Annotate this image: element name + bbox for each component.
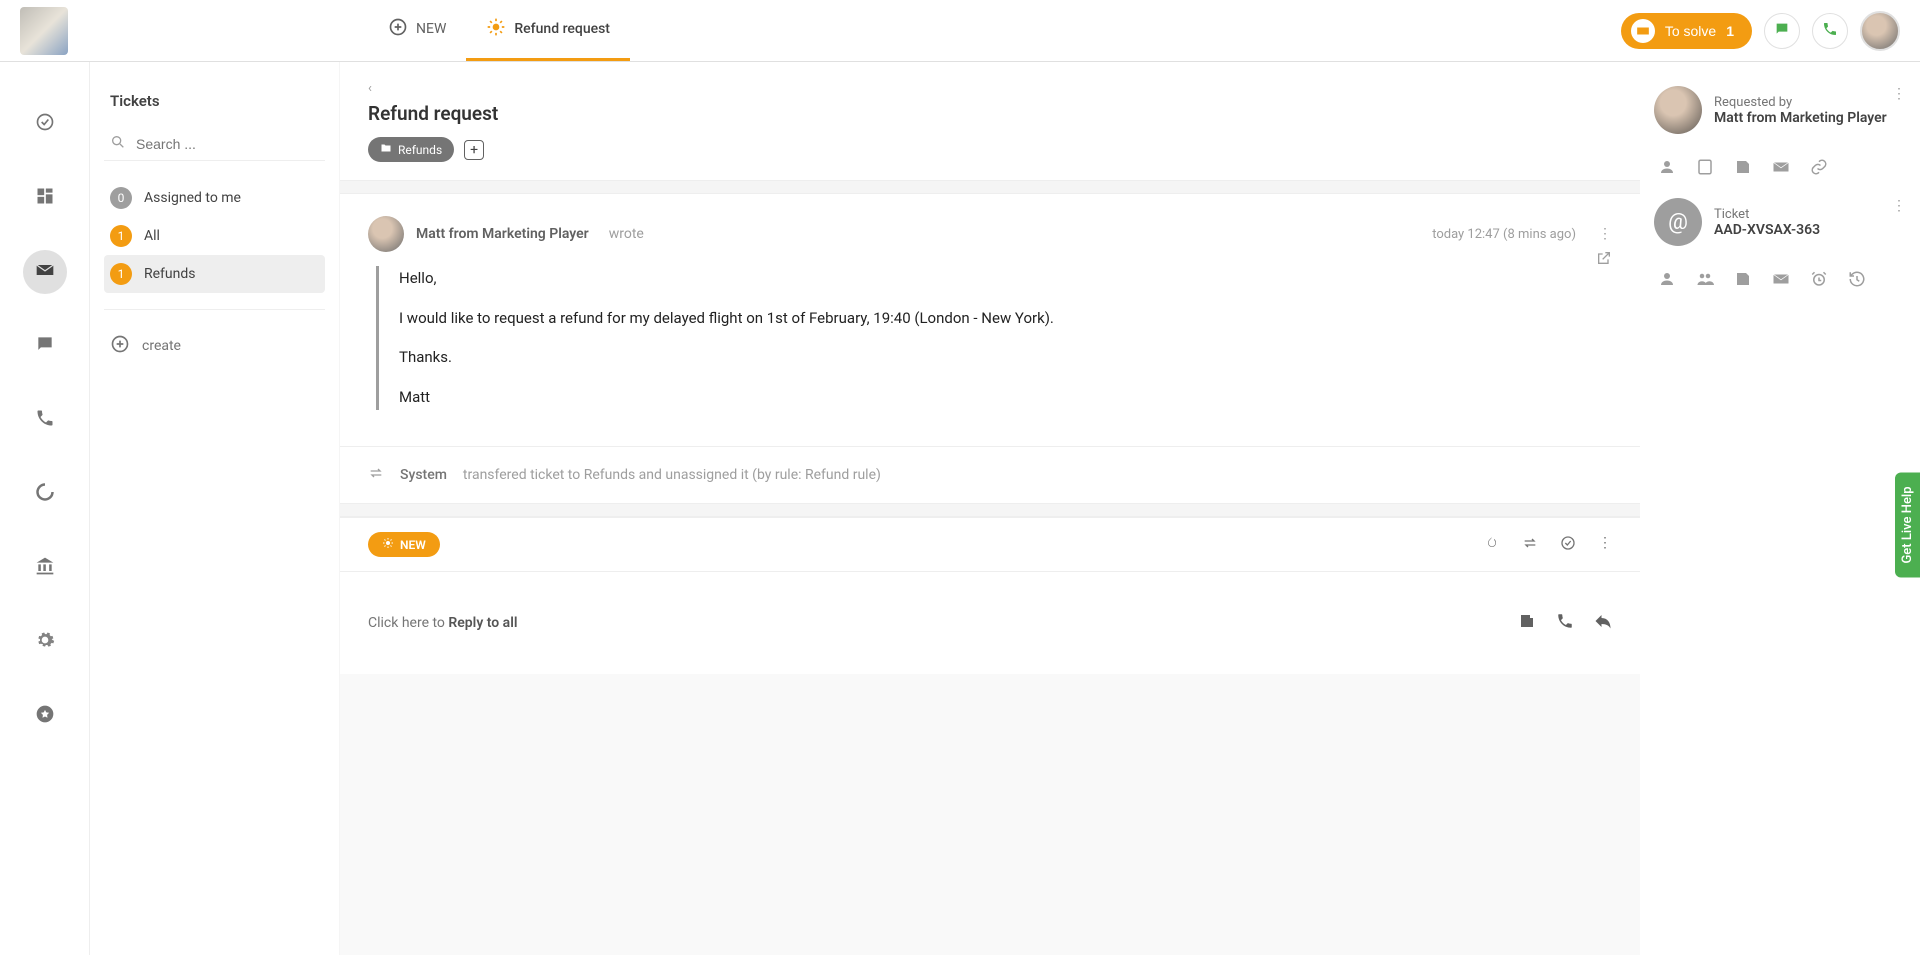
ticket-title: Refund request <box>368 102 1612 125</box>
check-circle-icon <box>35 112 55 136</box>
user-avatar[interactable] <box>1860 11 1900 51</box>
badge-count: 0 <box>110 187 132 209</box>
rail-settings[interactable] <box>23 620 67 664</box>
filter-label: Refunds <box>144 266 196 282</box>
reply-icon[interactable] <box>1594 612 1612 634</box>
dashboard-icon <box>35 186 55 210</box>
get-live-help-button[interactable]: Get Live Help <box>1895 473 1920 578</box>
note-icon[interactable] <box>1518 612 1536 634</box>
note-icon[interactable] <box>1734 270 1752 292</box>
mail-icon <box>1631 19 1655 43</box>
back-button[interactable]: ‹ <box>368 81 372 96</box>
badge-count: 1 <box>110 225 132 247</box>
filter-refunds[interactable]: 1 Refunds <box>104 255 325 293</box>
check-action-icon[interactable] <box>1560 535 1576 555</box>
chat-icon <box>1774 21 1790 41</box>
person-icon[interactable] <box>1658 270 1676 292</box>
filter-label: Assigned to me <box>144 190 241 206</box>
system-actor: System <box>400 467 447 483</box>
bank-icon <box>35 556 55 580</box>
rail-phone[interactable] <box>23 398 67 442</box>
open-external-icon[interactable] <box>1596 250 1612 270</box>
note-icon[interactable] <box>1734 158 1752 180</box>
group-icon[interactable] <box>1696 270 1714 292</box>
star-circle-icon <box>35 704 55 728</box>
ticket-menu[interactable]: ⋮ <box>1892 198 1906 214</box>
history-icon[interactable] <box>1848 270 1866 292</box>
filter-all[interactable]: 1 All <box>104 217 325 255</box>
gear-icon <box>35 630 55 654</box>
sender-name: Matt from Marketing Player <box>416 226 589 242</box>
rail-dashboard[interactable] <box>23 176 67 220</box>
requester-menu[interactable]: ⋮ <box>1892 86 1906 102</box>
chat-button[interactable] <box>1764 13 1800 49</box>
tag-label: Refunds <box>398 143 442 157</box>
status-badge[interactable]: NEW <box>368 532 440 557</box>
folder-icon <box>380 142 392 157</box>
transfer-icon <box>368 465 384 485</box>
tag-refunds[interactable]: Refunds <box>368 137 454 162</box>
message-menu-button[interactable]: ⋮ <box>1598 226 1612 242</box>
mail-icon <box>35 260 55 284</box>
spinner-icon <box>35 482 55 506</box>
filter-label: All <box>144 228 160 244</box>
link-icon[interactable] <box>1810 158 1828 180</box>
system-text: transfered ticket to Refunds and unassig… <box>463 467 881 483</box>
requested-by-label: Requested by <box>1714 95 1887 110</box>
tab-new[interactable]: NEW <box>368 0 466 61</box>
reply-prompt: Click here to Reply to all <box>368 615 517 631</box>
ticket-id-value: AAD-XVSAX-363 <box>1714 222 1820 238</box>
call-button[interactable] <box>1812 13 1848 49</box>
ticket-id-label: Ticket <box>1714 207 1820 222</box>
person-icon[interactable] <box>1658 158 1676 180</box>
to-solve-button[interactable]: To solve 1 <box>1621 13 1752 49</box>
plus-circle-icon <box>388 17 408 41</box>
fire-icon[interactable] <box>1484 535 1500 555</box>
rail-loading[interactable] <box>23 472 67 516</box>
sun-icon <box>382 537 394 552</box>
rail-chat[interactable] <box>23 324 67 368</box>
message-time: today 12:47 (8 mins ago) <box>1432 227 1576 242</box>
rail-star[interactable] <box>23 694 67 738</box>
reply-area[interactable]: Click here to Reply to all <box>340 571 1640 674</box>
phone-icon <box>1822 21 1838 41</box>
to-solve-count: 1 <box>1726 23 1734 39</box>
tab-label: Refund request <box>514 21 610 37</box>
phone-icon <box>35 408 55 432</box>
transfer-action-icon[interactable] <box>1522 535 1538 555</box>
at-icon: @ <box>1654 198 1702 246</box>
to-solve-label: To solve <box>1665 23 1716 39</box>
requested-by-value: Matt from Marketing Player <box>1714 110 1887 126</box>
sidebar-title: Tickets <box>104 92 325 110</box>
wrote-label: wrote <box>609 226 644 242</box>
chat-icon <box>35 334 55 358</box>
more-action-icon[interactable]: ⋮ <box>1598 535 1612 555</box>
tab-refund-request[interactable]: Refund request <box>466 0 630 61</box>
sender-avatar <box>368 216 404 252</box>
alarm-icon[interactable] <box>1810 270 1828 292</box>
status-label: NEW <box>400 538 426 552</box>
add-tag-button[interactable]: + <box>464 140 484 160</box>
rail-approve[interactable] <box>23 102 67 146</box>
rail-bank[interactable] <box>23 546 67 590</box>
tablet-icon[interactable] <box>1696 158 1714 180</box>
rail-mail[interactable] <box>23 250 67 294</box>
create-label: create <box>142 338 181 354</box>
search-input[interactable] <box>136 136 319 152</box>
sun-icon <box>486 17 506 41</box>
phone-reply-icon[interactable] <box>1556 612 1574 634</box>
rule-link[interactable]: Refund rule <box>805 467 876 483</box>
badge-count: 1 <box>110 263 132 285</box>
app-logo[interactable] <box>20 7 68 55</box>
plus-circle-icon <box>110 334 130 358</box>
tab-label: NEW <box>416 21 446 37</box>
search-icon <box>110 134 126 154</box>
requester-avatar <box>1654 86 1702 134</box>
mail-icon[interactable] <box>1772 270 1790 292</box>
create-filter-button[interactable]: create <box>104 326 325 366</box>
mail-icon[interactable] <box>1772 158 1790 180</box>
message-body: Hello, I would like to request a refund … <box>376 266 1612 410</box>
filter-assigned-to-me[interactable]: 0 Assigned to me <box>104 179 325 217</box>
